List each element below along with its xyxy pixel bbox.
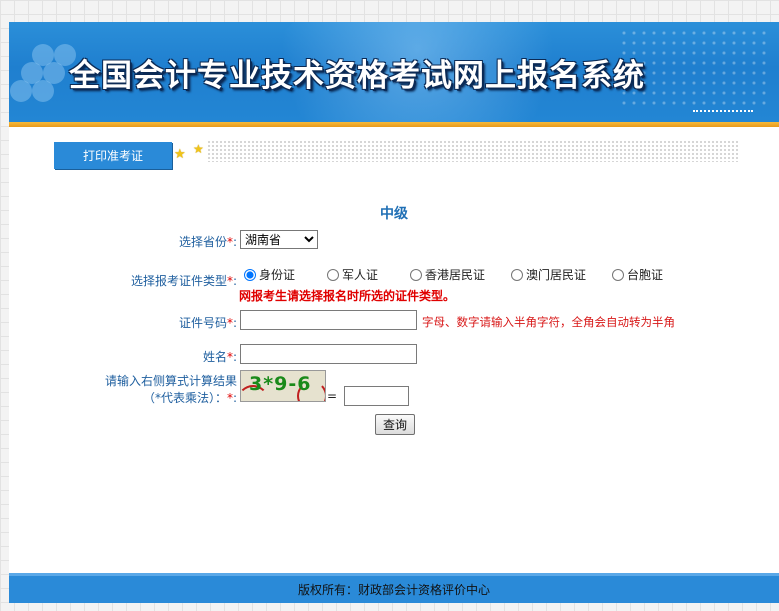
star-icon: ★ (174, 147, 186, 162)
tab-label: 打印准考证 (82, 149, 143, 163)
radio-taiwan-card[interactable]: 台胞证 (612, 266, 663, 283)
radio-id-card[interactable]: 身份证 (244, 266, 295, 283)
captcha-answer-input[interactable] (344, 386, 409, 406)
radio-hongkong-card-input[interactable] (410, 268, 422, 281)
radio-id-card-input[interactable] (244, 268, 256, 281)
tab-print-admission-ticket[interactable]: 打印准考证 (54, 142, 172, 169)
query-button[interactable]: 查询 (375, 414, 415, 435)
name-label: 姓名*: (202, 350, 237, 364)
captcha-label: 请输入右侧算式计算结果 （*代表乘法）：*: (104, 374, 237, 405)
id-type-label: 选择报考证件类型*: (130, 274, 237, 288)
footer-bar: 版权所有：财政部会计资格评价中心 (9, 573, 779, 603)
header-banner: 全国会计专业技术资格考试网上报名系统 (9, 22, 779, 122)
radio-macau-card-input[interactable] (511, 268, 523, 281)
header-accent-bar (9, 122, 779, 127)
id-number-hint: 字母、数字请输入半角字符，全角会自动转为半角 (422, 315, 675, 329)
province-label: 选择省份*: (178, 235, 237, 249)
radio-taiwan-card-input[interactable] (612, 268, 624, 281)
star-icon: ★ (193, 142, 204, 156)
captcha-image[interactable]: 3*9-6 (240, 370, 326, 402)
dotted-line-decoration (693, 110, 753, 112)
copyright-text: 版权所有：财政部会计资格评价中心 (297, 583, 490, 597)
captcha-code: 3*9-6 (249, 373, 312, 395)
province-select[interactable]: 湖南省 (240, 230, 318, 249)
dotted-divider (207, 140, 739, 162)
site-title: 全国会计专业技术资格考试网上报名系统 (69, 58, 645, 94)
id-number-label: 证件号码*: (178, 316, 237, 330)
radio-military-card-input[interactable] (327, 268, 339, 281)
captcha-equals: = (327, 389, 338, 403)
radio-hongkong-card[interactable]: 香港居民证 (410, 266, 485, 283)
radio-macau-card[interactable]: 澳门居民证 (511, 266, 586, 283)
id-type-warning: 网报考生请选择报名时所选的证件类型。 (239, 289, 456, 303)
page-frame: 全国会计专业技术资格考试网上报名系统 打印准考证 ★ ★ 中级 选择省份*: 湖… (9, 22, 779, 603)
name-input[interactable] (240, 344, 417, 364)
id-number-input[interactable] (240, 310, 417, 330)
exam-level-title: 中级 (380, 206, 408, 222)
radio-military-card[interactable]: 军人证 (327, 266, 378, 283)
